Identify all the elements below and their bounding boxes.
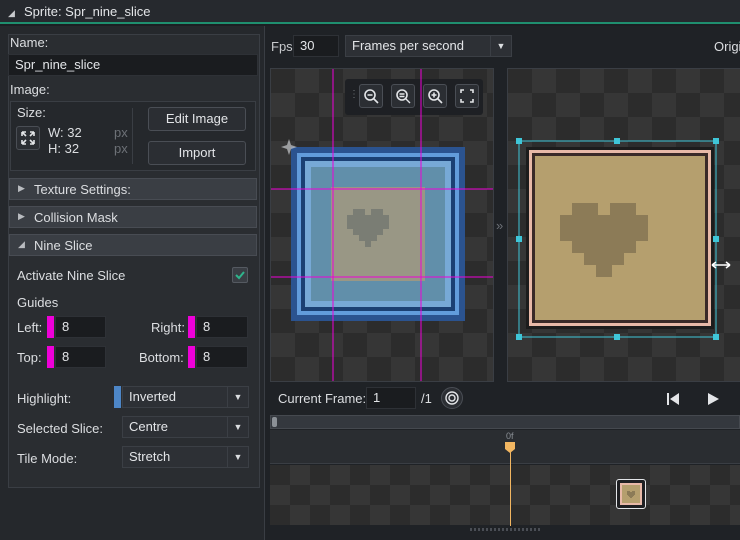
fps-mode-dropdown[interactable]: Frames per second ▼: [345, 35, 512, 57]
skip-to-start-icon[interactable]: [664, 390, 682, 408]
frame-thumbnail[interactable]: [616, 479, 646, 509]
bottom-guide-label: Bottom:: [139, 350, 184, 365]
window-titlebar: ◢ Sprite: Spr_nine_slice: [0, 0, 740, 24]
highlight-color-swatch: [114, 386, 121, 408]
timeline-scrollbar[interactable]: [270, 415, 740, 429]
resize-grip-icon[interactable]: [470, 528, 540, 531]
timeline-scroll-thumb[interactable]: [272, 417, 277, 427]
play-icon[interactable]: [704, 390, 722, 408]
tile-mode-dropdown[interactable]: Stretch ▼: [122, 446, 249, 468]
nine-slice-sprite-preview: [271, 69, 493, 381]
resize-icon[interactable]: [16, 126, 40, 150]
texture-settings-section[interactable]: ▶ Texture Settings:: [9, 178, 257, 200]
right-guide-color-swatch: [188, 316, 195, 338]
chevron-down-icon: ▼: [490, 36, 511, 56]
highlight-dropdown-value: Inverted: [129, 389, 176, 404]
current-frame-label: Current Frame:: [278, 391, 367, 406]
nine-slice-section[interactable]: ◢ Nine Slice: [9, 234, 257, 256]
selected-slice-label: Selected Slice:: [17, 421, 103, 436]
width-value: W: 32: [48, 125, 82, 140]
sprite-name-input[interactable]: Spr_nine_slice: [8, 54, 258, 76]
highlight-dropdown[interactable]: Inverted ▼: [122, 386, 249, 408]
expand-arrow-icon: ▶: [18, 183, 25, 193]
bottom-guide-input[interactable]: 8: [196, 346, 248, 368]
edit-image-button[interactable]: Edit Image: [148, 107, 246, 131]
playhead-marker-label: 0f: [506, 431, 514, 441]
fps-input[interactable]: 30: [293, 35, 339, 57]
activate-nine-slice-checkbox[interactable]: [232, 267, 248, 283]
tile-mode-value: Stretch: [129, 449, 171, 464]
tile-mode-label: Tile Mode:: [17, 451, 78, 466]
top-guide-color-swatch: [47, 346, 54, 368]
panel-splitter-icon[interactable]: »: [496, 218, 503, 233]
window-title: Sprite: Spr_nine_slice: [24, 4, 151, 19]
expand-arrow-icon: ▶: [18, 211, 25, 221]
selected-slice-value: Centre: [129, 419, 169, 434]
collapse-arrow-icon: ◢: [18, 239, 25, 249]
stretch-preview-canvas[interactable]: [507, 68, 740, 382]
collision-mask-title: Collision Mask: [34, 210, 118, 225]
left-guide-label: Left:: [17, 320, 43, 335]
left-guide-color-swatch: [47, 316, 54, 338]
top-guide-label: Top:: [17, 350, 42, 365]
divider: [132, 108, 133, 164]
current-frame-input[interactable]: 1: [366, 387, 416, 409]
frames-strip: [270, 465, 740, 525]
nine-slice-canvas[interactable]: ⋮: [270, 68, 494, 382]
top-guide-input[interactable]: 8: [55, 346, 106, 368]
fps-mode-value: Frames per second: [352, 38, 464, 53]
name-label: Name:: [10, 35, 49, 50]
height-unit: px: [114, 141, 128, 156]
playhead-line: [509, 450, 511, 526]
import-button[interactable]: Import: [148, 141, 246, 165]
selected-slice-dropdown[interactable]: Centre ▼: [122, 416, 249, 438]
chevron-down-icon: ▼: [227, 417, 248, 437]
frame-total: /1: [421, 391, 432, 406]
size-label: Size:: [17, 105, 46, 120]
collision-mask-section[interactable]: ▶ Collision Mask: [9, 206, 257, 228]
chevron-down-icon: ▼: [227, 387, 248, 407]
collapse-icon[interactable]: ◢: [8, 8, 15, 19]
right-guide-label: Right:: [151, 320, 185, 335]
checkmark-icon: [235, 271, 245, 280]
width-unit: px: [114, 125, 128, 140]
nine-slice-title: Nine Slice: [34, 238, 93, 253]
fps-label: Fps: [271, 39, 293, 54]
highlight-label: Highlight:: [17, 391, 72, 406]
texture-settings-title: Texture Settings:: [34, 182, 131, 197]
chevron-down-icon: ▼: [227, 447, 248, 467]
bottom-guide-color-swatch: [188, 346, 195, 368]
left-guide-input[interactable]: 8: [55, 316, 106, 338]
activate-nine-slice-label: Activate Nine Slice: [17, 268, 126, 283]
height-value: H: 32: [48, 141, 80, 156]
origin-label: Origi: [714, 39, 740, 54]
timeline-footer: [270, 526, 740, 540]
image-label: Image:: [10, 82, 50, 97]
right-guide-input[interactable]: 8: [196, 316, 248, 338]
guides-label: Guides: [17, 295, 59, 310]
onion-skin-icon[interactable]: [441, 387, 463, 409]
stretched-sprite-preview: [516, 138, 731, 340]
